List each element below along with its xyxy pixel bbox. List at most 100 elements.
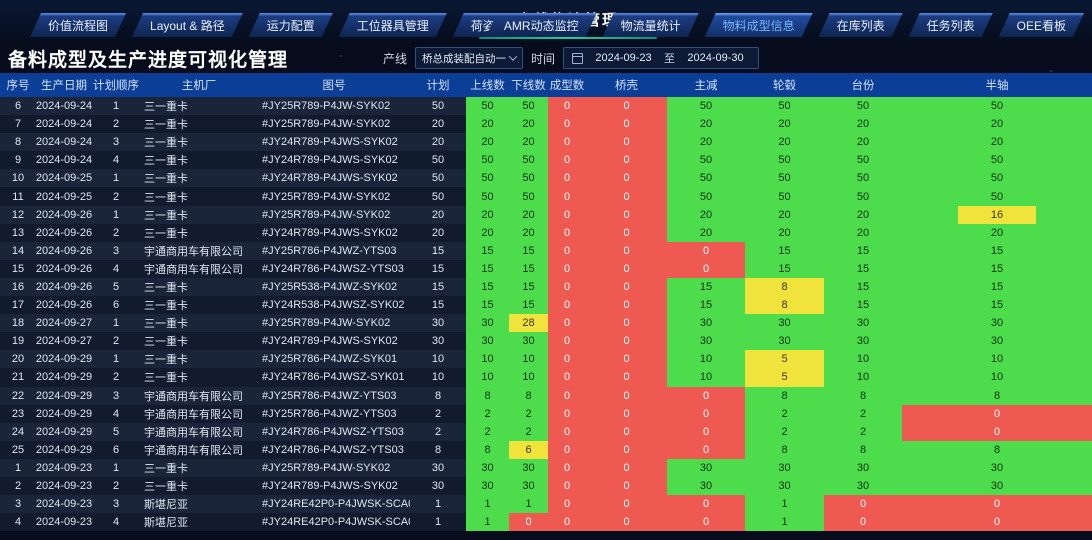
nav-tab-right-3[interactable]: 在库列表 [819, 13, 903, 37]
nav-tab-left-0[interactable]: 价值流程图 [30, 13, 126, 37]
cell-banzhou: 15 [902, 260, 1092, 278]
status-cell: 20 [667, 133, 745, 151]
cell-part: #JY24RE42P0-P4JWSK-SCA02 [258, 513, 410, 531]
cell-date: 2024-09-24 [36, 115, 92, 133]
cell-value: 20 [958, 115, 1036, 133]
status-cell: 0 [548, 459, 586, 477]
nav-tab-left-2[interactable]: 运力配置 [249, 13, 333, 37]
status-cell: 0 [586, 169, 667, 187]
cell-part: #JY24RE42P0-P4JWSK-SCA03 [258, 495, 410, 513]
status-cell: 0 [586, 296, 667, 314]
status-cell: 2 [509, 423, 548, 441]
table-row: 182024-09-271三一重卡#JY25R789-P4JW-SYK02303… [0, 314, 1092, 332]
status-cell: 0 [548, 423, 586, 441]
column-header: 半轴 [902, 77, 1092, 93]
status-cell: 10 [824, 368, 902, 386]
cell-oem: 三一重卡 [140, 187, 258, 205]
status-cell: 20 [509, 133, 548, 151]
column-header: 主减 [667, 77, 745, 93]
date-to[interactable]: 2024-09-30 [681, 52, 750, 64]
status-cell: 0 [586, 495, 667, 513]
cell-plan: 20 [410, 206, 466, 224]
cell-plan: 8 [410, 441, 466, 459]
cell-no: 6 [0, 97, 36, 115]
status-cell: 0 [586, 187, 667, 205]
cell-plan: 50 [410, 97, 466, 115]
date-range-picker[interactable]: 2024-09-23 至 2024-09-30 [563, 47, 759, 69]
status-cell: 20 [509, 115, 548, 133]
cell-plan: 2 [410, 405, 466, 423]
status-cell: 0 [586, 441, 667, 459]
cell-date: 2024-09-23 [36, 513, 92, 531]
status-cell: 50 [466, 187, 509, 205]
status-cell: 0 [586, 368, 667, 386]
status-cell: 0 [548, 387, 586, 405]
nav-tab-right-5[interactable]: OEE看板 [999, 13, 1084, 37]
cell-no: 25 [0, 441, 36, 459]
nav-tab-right-0[interactable]: AMR动态监控 [486, 13, 597, 37]
cell-oem: 三一重卡 [140, 332, 258, 350]
status-cell: 30 [745, 314, 824, 332]
cell-no: 16 [0, 278, 36, 296]
status-cell: 50 [745, 151, 824, 169]
status-cell: 0 [667, 423, 745, 441]
status-cell: 15 [824, 278, 902, 296]
status-cell: 2 [509, 405, 548, 423]
status-cell: 20 [466, 206, 509, 224]
nav-tab-right-1[interactable]: 物流量统计 [603, 13, 699, 37]
status-cell: 0 [548, 332, 586, 350]
table-row: 72024-09-242三一重卡#JY25R789-P4JW-SYK022020… [0, 115, 1092, 133]
nav-tab-left-3[interactable]: 工位器具管理 [339, 13, 447, 37]
status-cell: 0 [548, 477, 586, 495]
cell-oem: 宇通商用车有限公司 [140, 242, 258, 260]
status-cell: 50 [667, 169, 745, 187]
status-cell: 0 [586, 477, 667, 495]
status-cell: 5 [745, 350, 824, 368]
status-cell: 20 [824, 224, 902, 242]
table-row: 142024-09-263宇通商用车有限公司#JY25R786-P4JWZ-YT… [0, 242, 1092, 260]
cell-date: 2024-09-29 [36, 387, 92, 405]
cell-oem: 宇通商用车有限公司 [140, 387, 258, 405]
cell-no: 2 [0, 477, 36, 495]
status-cell: 0 [586, 133, 667, 151]
column-header: 下线数 [509, 77, 548, 93]
status-cell: 30 [824, 459, 902, 477]
cell-date: 2024-09-26 [36, 296, 92, 314]
column-header: 图号 [258, 77, 410, 93]
cell-plan: 15 [410, 296, 466, 314]
status-cell: 0 [667, 242, 745, 260]
cell-no: 4 [0, 513, 36, 531]
table-row: 222024-09-293宇通商用车有限公司#JY25R786-P4JWZ-YT… [0, 387, 1092, 405]
page-title: 备料成型及生产进度可视化管理 [8, 45, 288, 72]
date-from[interactable]: 2024-09-23 [589, 52, 658, 64]
chevron-down-icon [509, 52, 517, 60]
nav-tab-right-4[interactable]: 任务列表 [909, 13, 993, 37]
cell-part: #JY25R538-P4JWZ-SYK02 [258, 278, 410, 296]
cell-banzhou: 0 [902, 495, 1092, 513]
column-header: 上线数 [466, 77, 509, 93]
status-cell: 0 [548, 368, 586, 386]
status-cell: 50 [466, 151, 509, 169]
cell-plan: 15 [410, 260, 466, 278]
line-select[interactable]: 桥总成装配自动一线 [415, 47, 523, 69]
cell-value: 20 [958, 133, 1036, 151]
status-cell: 30 [745, 332, 824, 350]
status-cell: 0 [548, 169, 586, 187]
cell-value: 0 [958, 513, 1036, 531]
status-cell: 50 [824, 169, 902, 187]
nav-tab-left-1[interactable]: Layout & 路径 [132, 13, 243, 37]
status-cell: 10 [509, 368, 548, 386]
cell-banzhou: 30 [902, 332, 1092, 350]
cell-value: 10 [958, 350, 1036, 368]
cell-banzhou: 30 [902, 459, 1092, 477]
status-cell: 0 [586, 206, 667, 224]
cell-part: #JY24R786-P4JWSZ-SYK01 [258, 368, 410, 386]
cell-no: 15 [0, 260, 36, 278]
cell-oem: 三一重卡 [140, 97, 258, 115]
cell-seq: 2 [92, 224, 140, 242]
cell-seq: 1 [92, 314, 140, 332]
cell-date: 2024-09-27 [36, 332, 92, 350]
cell-plan: 30 [410, 314, 466, 332]
cell-value: 10 [958, 368, 1036, 386]
nav-tab-right-2[interactable]: 物料成型信息 [705, 13, 813, 37]
